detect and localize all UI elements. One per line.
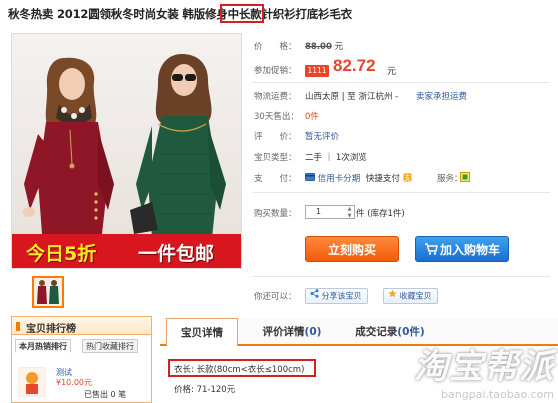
watermark-url: bangpai.taobao.com xyxy=(441,388,554,401)
credit-card-icon xyxy=(305,173,315,184)
share-button[interactable]: 分享该宝贝 xyxy=(305,288,368,304)
payment-methods: 信用卡分期 快捷支付 支 xyxy=(305,172,412,185)
more-actions-label: 你还可以： xyxy=(254,292,297,302)
tab-popular-favorites[interactable]: 热门收藏排行 xyxy=(82,339,138,353)
ranking-item-sold: 已售出 0 笔 xyxy=(84,390,127,399)
tab-records-label: 成交记录 xyxy=(355,326,398,338)
ranking-item-price-value: 10.00元 xyxy=(61,378,92,387)
tab-reviews-label: 评价详情 xyxy=(262,326,305,338)
shipping-fee-note: 卖家承担运费 xyxy=(416,92,468,102)
cart-icon xyxy=(424,238,438,264)
product-main-image[interactable]: 今日5折 一件包邮 xyxy=(11,33,242,269)
star-icon xyxy=(388,289,397,303)
svg-text:支: 支 xyxy=(404,173,411,182)
attribute-price-range: 价格: 71-120元 xyxy=(174,385,236,395)
share-label: 分享该宝贝 xyxy=(321,291,362,301)
quantity-increase-icon[interactable]: ▲ xyxy=(346,206,353,212)
ranking-header: 宝贝排行榜 xyxy=(12,317,151,335)
divider xyxy=(253,192,550,193)
tab-monthly-hot[interactable]: 本月热销排行 xyxy=(15,339,71,353)
stock-note: 件 (库存1件) xyxy=(356,209,405,219)
ranking-item-image[interactable] xyxy=(18,367,46,397)
promo-banner-right: 一件包邮 xyxy=(138,243,215,265)
promo-price: 82.72 xyxy=(333,56,376,75)
shipping-label: 物流运费： xyxy=(254,92,297,102)
shipping-route[interactable]: 山西太原 | 至 浙江杭州 - xyxy=(305,90,398,102)
tab-records-count: (0件) xyxy=(397,326,425,338)
item-type-value: 二手 ｜ 1次浏览 xyxy=(305,153,367,163)
title-part-1: 秋冬热卖 2012圆领秋冬时尚女装 韩版修身 xyxy=(8,7,228,21)
original-price: 88.00 元 xyxy=(305,40,343,52)
original-price-value: 88.00 xyxy=(305,42,332,52)
quick-pay-icon: 支 xyxy=(403,173,412,185)
thumbnail-image xyxy=(34,278,62,306)
divider xyxy=(253,82,550,83)
rating-label: 评 价： xyxy=(254,132,297,142)
promo-banner-left: 今日5折 xyxy=(26,243,97,265)
title-part-2: 针织衫打底衫毛衣 xyxy=(261,7,353,21)
add-to-cart-button[interactable]: 加入购物车 xyxy=(415,236,509,262)
product-photo-illustration xyxy=(12,54,241,268)
divider xyxy=(253,276,550,277)
tab-reviews[interactable]: 评价详情(0) xyxy=(252,318,332,346)
quick-pay-text: 快捷支付 xyxy=(365,174,400,184)
price-label: 价 格： xyxy=(254,42,297,52)
favorite-label: 收藏宝贝 xyxy=(399,291,432,301)
promo-price-unit: 元 xyxy=(387,67,397,77)
credit-installment-link[interactable]: 信用卡分期 xyxy=(318,174,361,184)
rating-value[interactable]: 暂无评价 xyxy=(305,130,339,142)
sold-label: 30天售出： xyxy=(254,112,299,122)
share-icon xyxy=(310,289,319,303)
ranking-header-marker xyxy=(16,322,20,331)
ranking-item-price: ¥10.00元 xyxy=(56,377,92,388)
add-to-cart-label: 加入购物车 xyxy=(439,243,500,257)
watermark-logo: 淘宝帮派 xyxy=(414,347,554,387)
service-label: 服务： xyxy=(437,174,463,184)
original-price-unit: 元 xyxy=(334,42,344,52)
item-type-label: 宝贝类型： xyxy=(254,153,297,163)
product-thumbnail[interactable] xyxy=(32,276,64,308)
title-highlight-box xyxy=(220,4,264,23)
promo-label: 参加促销： xyxy=(254,66,297,76)
service-badge-icon[interactable] xyxy=(460,172,470,185)
promo-tag-badge: 1111 xyxy=(305,65,329,77)
buy-now-button[interactable]: 立刻购买 xyxy=(305,236,399,262)
product-title: 秋冬热卖 2012圆领秋冬时尚女装 韩版修身中长款针织衫打底衫毛衣 xyxy=(8,6,352,22)
quantity-decrease-icon[interactable]: ▼ xyxy=(346,213,353,219)
attribute-highlight-box xyxy=(168,359,316,377)
quantity-label: 购买数量： xyxy=(254,209,297,219)
watermark: 淘宝帮派 bangpai.taobao.com xyxy=(414,339,554,401)
tab-reviews-count: (0) xyxy=(304,326,322,338)
ranking-panel: 宝贝排行榜 本月热销排行 热门收藏排行 测试 ¥10.00元 已售出 0 笔 xyxy=(11,316,152,403)
payment-label: 支 付： xyxy=(254,174,297,184)
ranking-title: 宝贝排行榜 xyxy=(26,324,76,335)
favorite-button[interactable]: 收藏宝贝 xyxy=(383,288,438,304)
tab-product-details[interactable]: 宝贝详情 xyxy=(166,318,238,346)
sold-value: 0件 xyxy=(305,112,319,122)
